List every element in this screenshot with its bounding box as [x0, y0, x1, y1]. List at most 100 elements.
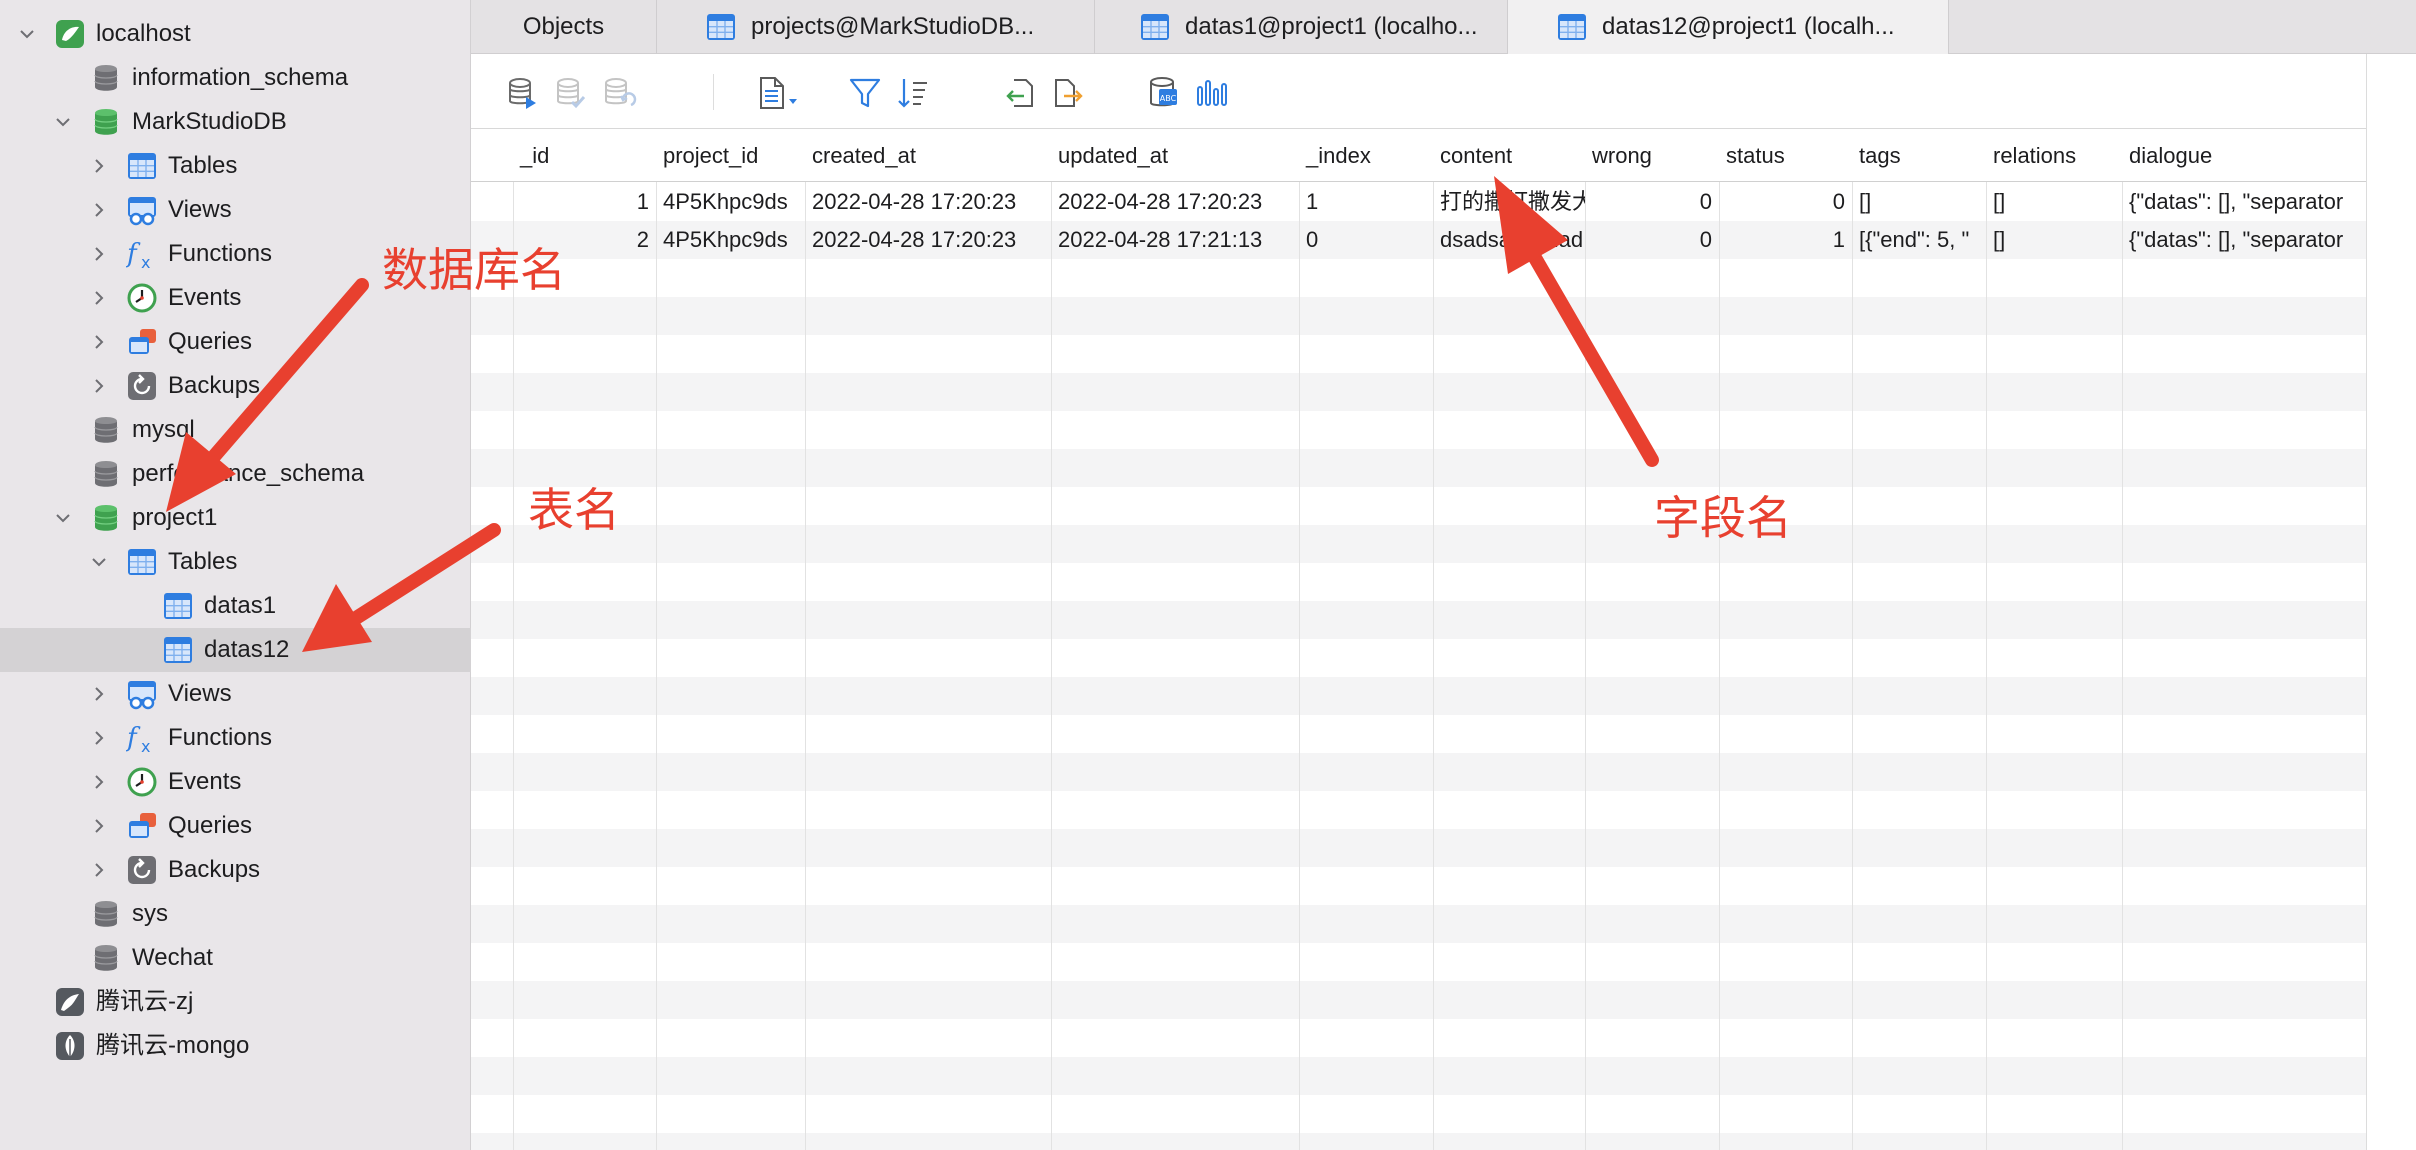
table-cell[interactable]: 1 — [1719, 221, 1852, 259]
annotation-table-name: 表名 — [528, 483, 620, 537]
sidebar-item-backups[interactable]: Backups — [0, 364, 471, 408]
sidebar-item-label: 腾讯云-mongo — [96, 1032, 250, 1059]
column-header-relations[interactable]: relations — [1986, 130, 2122, 182]
table-cell[interactable]: 4P5Khpc9ds — [656, 221, 805, 259]
annotation-database-name: 数据库名 — [382, 243, 566, 297]
tab-projects[interactable]: projects@MarkStudioDB... — [657, 0, 1095, 54]
sidebar-item-sys[interactable]: sys — [0, 892, 471, 936]
grid-row-background — [471, 259, 2366, 297]
tab-bar: Objects projects@MarkStudioDB... datas1@… — [471, 0, 2416, 54]
sidebar-item-views[interactable]: Views — [0, 188, 471, 232]
table-cell[interactable]: {"datas": [], "separator — [2122, 221, 2366, 259]
sidebar-item-backups[interactable]: Backups — [0, 848, 471, 892]
sidebar-item-views[interactable]: Views — [0, 672, 471, 716]
table-cell[interactable]: [{"end": 5, " — [1852, 221, 1986, 259]
column-header-project-id[interactable]: project_id — [656, 130, 805, 182]
sidebar-item-腾讯云-mongo[interactable]: 腾讯云-mongo — [0, 1024, 471, 1068]
chevron-right-icon[interactable] — [88, 243, 110, 265]
chevron-right-icon[interactable] — [88, 727, 110, 749]
tab-label: datas12@project1 (localh... — [1602, 13, 1895, 40]
table-cell[interactable]: [] — [1986, 183, 2122, 221]
data-generation-button[interactable]: ABC — [1145, 74, 1183, 112]
column-header-wrong[interactable]: wrong — [1585, 130, 1719, 182]
column-header-dialogue[interactable]: dialogue — [2122, 130, 2366, 182]
chevron-right-icon[interactable] — [88, 375, 110, 397]
begin-transaction-icon — [509, 78, 536, 109]
text-view-button[interactable] — [753, 74, 805, 112]
sidebar-item-queries[interactable]: Queries — [0, 804, 471, 848]
table-cell[interactable]: [] — [1986, 221, 2122, 259]
table-cell[interactable]: 0 — [1585, 221, 1719, 259]
sidebar-item-tables[interactable]: Tables — [0, 144, 471, 188]
sidebar-item-label: localhost — [96, 20, 191, 47]
data-grid[interactable]: _id project_id created_at updated_at _index c… — [471, 130, 2366, 1150]
column-header-tags[interactable]: tags — [1852, 130, 1986, 182]
table-cell[interactable]: 2022-04-28 17:20:23 — [805, 183, 1051, 221]
grid-side-panel — [2366, 54, 2416, 1150]
import-button[interactable] — [1001, 74, 1039, 112]
grid-row-background — [471, 677, 2366, 715]
column-header-content[interactable]: content — [1433, 130, 1585, 182]
table-cell[interactable]: 0 — [1585, 183, 1719, 221]
tab-datas12[interactable]: datas12@project1 (localh... — [1508, 0, 1949, 54]
chevron-down-icon[interactable] — [52, 111, 74, 133]
chevron-right-icon[interactable] — [88, 859, 110, 881]
table-cell[interactable]: 0 — [1719, 183, 1852, 221]
column-header-updated-at[interactable]: updated_at — [1051, 130, 1299, 182]
table-cell[interactable]: [] — [1852, 183, 1986, 221]
tab-objects[interactable]: Objects — [471, 0, 657, 54]
chevron-right-icon[interactable] — [88, 683, 110, 705]
sidebar-item-markstudiodb[interactable]: MarkStudioDB — [0, 100, 471, 144]
sidebar-item-label: Backups — [168, 856, 261, 883]
table-cell[interactable]: 打的撒打撒发大 — [1433, 183, 1585, 221]
sidebar-item-datas1[interactable]: datas1 — [0, 584, 471, 628]
table-cell[interactable]: 4P5Khpc9ds — [656, 183, 805, 221]
chevron-down-icon[interactable] — [88, 551, 110, 573]
column-header-index[interactable]: _index — [1299, 130, 1433, 182]
sidebar-item-queries[interactable]: Queries — [0, 320, 471, 364]
table-cell[interactable]: 1 — [1299, 183, 1433, 221]
sidebar-item-datas12[interactable]: datas12 — [0, 628, 471, 672]
sidebar-item-mysql[interactable]: mysql — [0, 408, 471, 452]
sidebar-item-wechat[interactable]: Wechat — [0, 936, 471, 980]
tab-datas1[interactable]: datas1@project1 (localho... — [1095, 0, 1508, 54]
grid-row-background — [471, 1057, 2366, 1095]
filter-button[interactable] — [846, 74, 884, 112]
sidebar-item-information-schema[interactable]: information_schema — [0, 56, 471, 100]
table-cell[interactable]: {"datas": [], "separator — [2122, 183, 2366, 221]
table-icon — [1139, 11, 1171, 43]
column-header-id[interactable]: _id — [513, 130, 656, 182]
table-cell[interactable]: 2022-04-28 17:21:13 — [1051, 221, 1299, 259]
commit-button[interactable] — [552, 74, 590, 112]
chevron-right-icon[interactable] — [88, 331, 110, 353]
chevron-right-icon[interactable] — [88, 155, 110, 177]
sidebar-item-functions[interactable]: f x Functions — [0, 716, 471, 760]
sidebar-item-腾讯云-zj[interactable]: 腾讯云-zj — [0, 980, 471, 1024]
sidebar-item-events[interactable]: Events — [0, 760, 471, 804]
sidebar-item-project1[interactable]: project1 — [0, 496, 471, 540]
grid-header: _id project_id created_at updated_at _index c… — [471, 130, 2366, 182]
table-cell[interactable]: dsadsadsadad — [1433, 221, 1585, 259]
chevron-right-icon[interactable] — [88, 815, 110, 837]
table-cell[interactable]: 0 — [1299, 221, 1433, 259]
table-cell[interactable]: 2022-04-28 17:20:23 — [1051, 183, 1299, 221]
chart-button[interactable] — [1193, 74, 1231, 112]
table-cell[interactable]: 2022-04-28 17:20:23 — [805, 221, 1051, 259]
sort-button[interactable] — [894, 74, 932, 112]
sidebar-item-tables[interactable]: Tables — [0, 540, 471, 584]
chevron-right-icon[interactable] — [88, 287, 110, 309]
chevron-down-icon[interactable] — [52, 507, 74, 529]
chevron-right-icon[interactable] — [88, 771, 110, 793]
sidebar-item-performance-schema[interactable]: performance_schema — [0, 452, 471, 496]
chevron-right-icon[interactable] — [88, 199, 110, 221]
grid-row-background — [471, 297, 2366, 335]
rollback-button[interactable] — [600, 74, 638, 112]
functions-icon: fx — [126, 238, 158, 270]
export-button[interactable] — [1049, 74, 1087, 112]
sidebar-item-localhost[interactable]: localhost — [0, 12, 471, 56]
begin-transaction-button[interactable] — [504, 74, 542, 112]
column-header-created-at[interactable]: created_at — [805, 130, 1051, 182]
chevron-down-icon[interactable] — [16, 23, 38, 45]
column-header-status[interactable]: status — [1719, 130, 1852, 182]
table-cell[interactable]: 1 — [513, 183, 656, 221]
